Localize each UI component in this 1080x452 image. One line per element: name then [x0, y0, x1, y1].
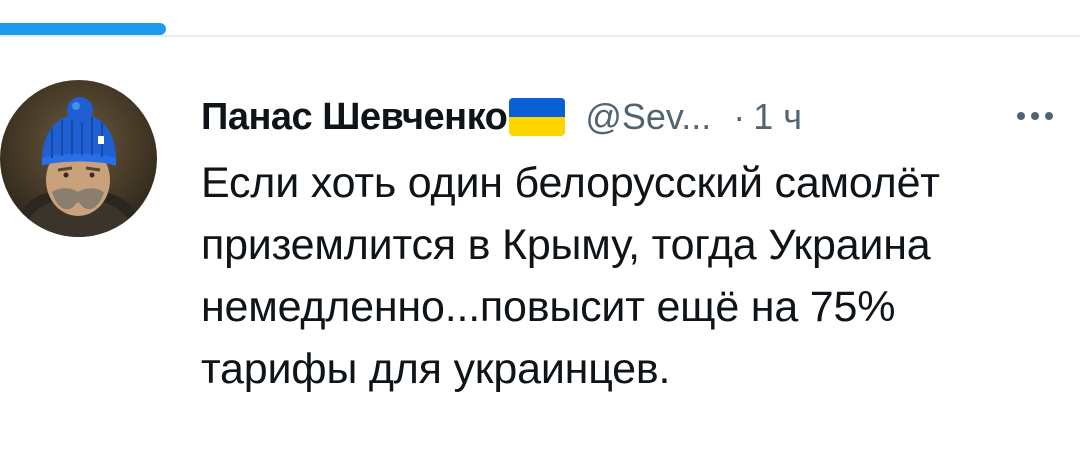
tweet-text-line: приземлится в Крыму, тогда Украина — [201, 221, 931, 269]
more-options-icon — [1017, 112, 1053, 120]
avatar[interactable] — [0, 80, 157, 237]
more-options-button[interactable] — [1008, 96, 1062, 136]
active-tab-indicator — [0, 23, 166, 35]
tweet-page: Панас Шевченко @Sev... · 1 ч Если хоть о… — [0, 0, 1080, 452]
tweet-header: Панас Шевченко @Sev... · 1 ч — [201, 92, 1070, 142]
tweet-text-line: Если хоть один белорусский самолёт — [201, 159, 940, 207]
author-name[interactable]: Панас Шевченко — [201, 96, 508, 139]
separator-dot: · — [733, 96, 746, 137]
ukraine-flag-icon — [509, 98, 566, 136]
tweet-text-line: тарифы для украинцев. — [201, 345, 671, 393]
tweet-text-line: немедленно...повысит ещё на 75% — [201, 283, 896, 331]
top-divider — [0, 35, 1080, 37]
tweet-text: Если хоть один белорусский самолёт призе… — [201, 152, 1071, 400]
author-handle[interactable]: @Sev... — [585, 96, 711, 138]
tweet-time[interactable]: 1 ч — [753, 96, 802, 138]
avatar-portrait-icon — [0, 80, 157, 237]
